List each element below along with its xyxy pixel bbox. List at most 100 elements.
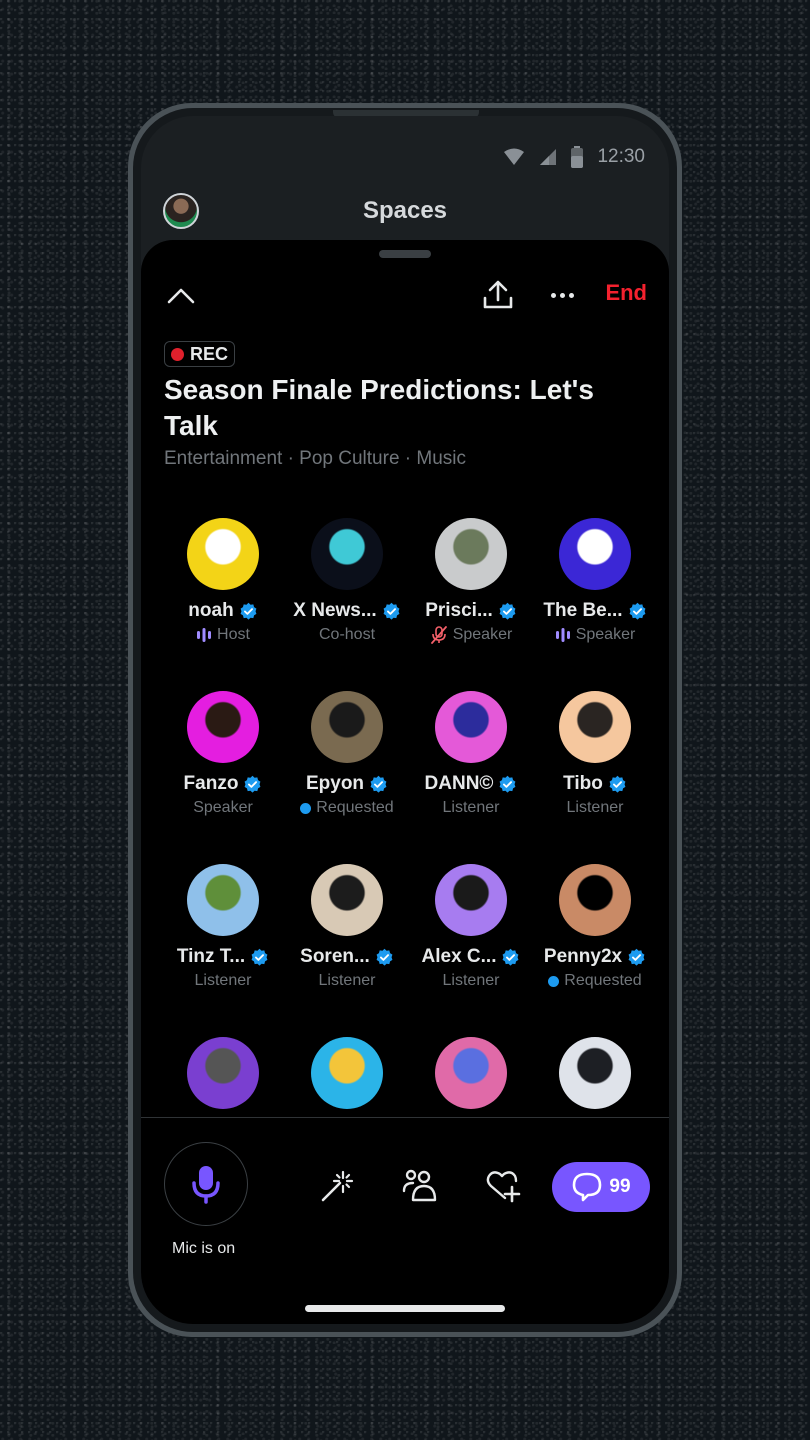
participant-role-row: Listener (443, 799, 500, 817)
people-icon (402, 1169, 437, 1202)
participant-name-row: Tinz T... (177, 946, 269, 968)
participants-button[interactable] (399, 1166, 439, 1206)
speaking-bars-icon (555, 628, 570, 642)
participant-role-row: Listener (195, 972, 252, 990)
participant-name-row: Penny2x (544, 946, 646, 968)
chevron-up-icon (167, 288, 195, 304)
participant-role: Host (217, 626, 250, 643)
verified-badge-icon (251, 948, 268, 966)
participant-avatar[interactable] (435, 518, 507, 590)
share-button[interactable] (481, 278, 515, 312)
participant-avatar[interactable] (187, 1037, 259, 1109)
participant-role: Speaker (193, 799, 253, 816)
screen: 12:30 Spaces End REC Season Finale Predi… (141, 116, 669, 1324)
participant-name: The Be... (543, 600, 623, 621)
participant-avatar[interactable] (559, 1037, 631, 1109)
mic-status-label: Mic is on (172, 1240, 236, 1257)
participant-role: Speaker (575, 626, 636, 643)
participant-name-row: Epyon (306, 773, 388, 795)
participant-avatar[interactable] (559, 691, 631, 763)
verified-badge-icon (500, 775, 516, 793)
participant-name: DANN© (424, 773, 494, 794)
participant[interactable]: Alex C... Listener (409, 864, 533, 1037)
collapse-button[interactable] (165, 282, 197, 310)
participant-avatar[interactable] (311, 1037, 383, 1109)
comments-button[interactable]: 99 (552, 1162, 650, 1212)
participant-avatar[interactable] (559, 518, 631, 590)
participant[interactable]: Soren... Listener (285, 864, 409, 1037)
drag-handle[interactable] (379, 250, 431, 258)
participant-name: Fanzo (183, 773, 239, 794)
participant-avatar[interactable] (187, 864, 259, 936)
participant-role-row: Speaker (193, 799, 253, 817)
home-indicator[interactable] (305, 1305, 505, 1312)
end-space-button[interactable]: End (605, 280, 647, 306)
participant[interactable]: Fanzo Speaker (161, 691, 285, 864)
verified-badge-icon (376, 948, 393, 966)
react-button[interactable] (483, 1166, 523, 1206)
participant-avatar[interactable] (435, 691, 507, 763)
participants-grid: noah Host X News... Co-host Prisci... Speaker… (161, 518, 657, 1210)
mic-toggle-button[interactable] (164, 1142, 248, 1226)
more-horizontal-icon-dot (568, 292, 574, 298)
participant-name-row: noah (188, 600, 257, 622)
participant-role-row: Listener (319, 972, 376, 990)
participant-role-row: Requested (300, 799, 394, 817)
participant-avatar[interactable] (435, 1037, 507, 1109)
participant[interactable]: noah Host (161, 518, 285, 691)
participant-name-row: Alex C... (422, 946, 521, 968)
space-topics: Entertainment · Pop Culture · Music (164, 448, 467, 469)
profile-avatar[interactable] (163, 193, 199, 229)
effects-button[interactable] (317, 1166, 357, 1206)
participant-avatar[interactable] (435, 864, 507, 936)
participant-name: Prisci... (425, 600, 493, 621)
participant-avatar[interactable] (187, 518, 259, 590)
participant-role-row: Listener (443, 972, 500, 990)
participant-name: Tinz T... (176, 946, 246, 967)
status-bar: 12:30 (503, 146, 645, 168)
participant-role: Co-host (318, 626, 376, 643)
participant-name: Penny2x (543, 946, 623, 967)
verified-badge-icon (499, 602, 516, 620)
participant-role: Listener (566, 799, 624, 816)
requested-dot-icon (300, 802, 312, 814)
participant-name-row: X News... (293, 600, 400, 622)
participant-avatar[interactable] (311, 518, 383, 590)
participant-role: Listener (442, 972, 500, 989)
participant[interactable]: X News... Co-host (285, 518, 409, 691)
participant[interactable]: Prisci... Speaker (409, 518, 533, 691)
verified-badge-icon (628, 948, 645, 966)
more-options-button[interactable] (545, 280, 579, 310)
participant[interactable]: Penny2x Requested (533, 864, 657, 1037)
participant-avatar[interactable] (311, 864, 383, 936)
participant-avatar[interactable] (311, 691, 383, 763)
magic-wand-icon (321, 1170, 354, 1202)
microphone-icon (192, 1166, 220, 1204)
comments-count: 99 (609, 1176, 631, 1197)
participant-name: X News... (293, 600, 377, 621)
battery-icon (571, 146, 584, 168)
mic-muted-icon (430, 626, 447, 644)
verified-badge-icon (629, 602, 646, 620)
participant[interactable]: Tinz T... Listener (161, 864, 285, 1037)
participant[interactable]: The Be... Speaker (533, 518, 657, 691)
recording-badge: REC (164, 341, 236, 367)
participant[interactable]: Tibo Listener (533, 691, 657, 864)
participant-role-row: Co-host (319, 626, 375, 644)
participant-name-row: Fanzo (184, 773, 263, 795)
participant-name: Tibo (563, 773, 603, 794)
space-sheet: End REC Season Finale Predictions: Let's… (141, 240, 669, 1324)
participant-role-row: Listener (567, 799, 624, 817)
participant-role: Listener (318, 972, 376, 989)
share-icon (483, 280, 513, 309)
participant-role-row: Speaker (555, 626, 636, 644)
participant-avatar[interactable] (187, 691, 259, 763)
verified-badge-icon (609, 775, 626, 793)
participant-avatar[interactable] (559, 864, 631, 936)
participant-name-row: Prisci... (425, 600, 517, 622)
cellular-signal-icon (539, 148, 557, 166)
participant-role: Listener (442, 799, 500, 816)
participant-role: Listener (194, 972, 252, 989)
participant[interactable]: DANN© Listener (409, 691, 533, 864)
participant[interactable]: Epyon Requested (285, 691, 409, 864)
